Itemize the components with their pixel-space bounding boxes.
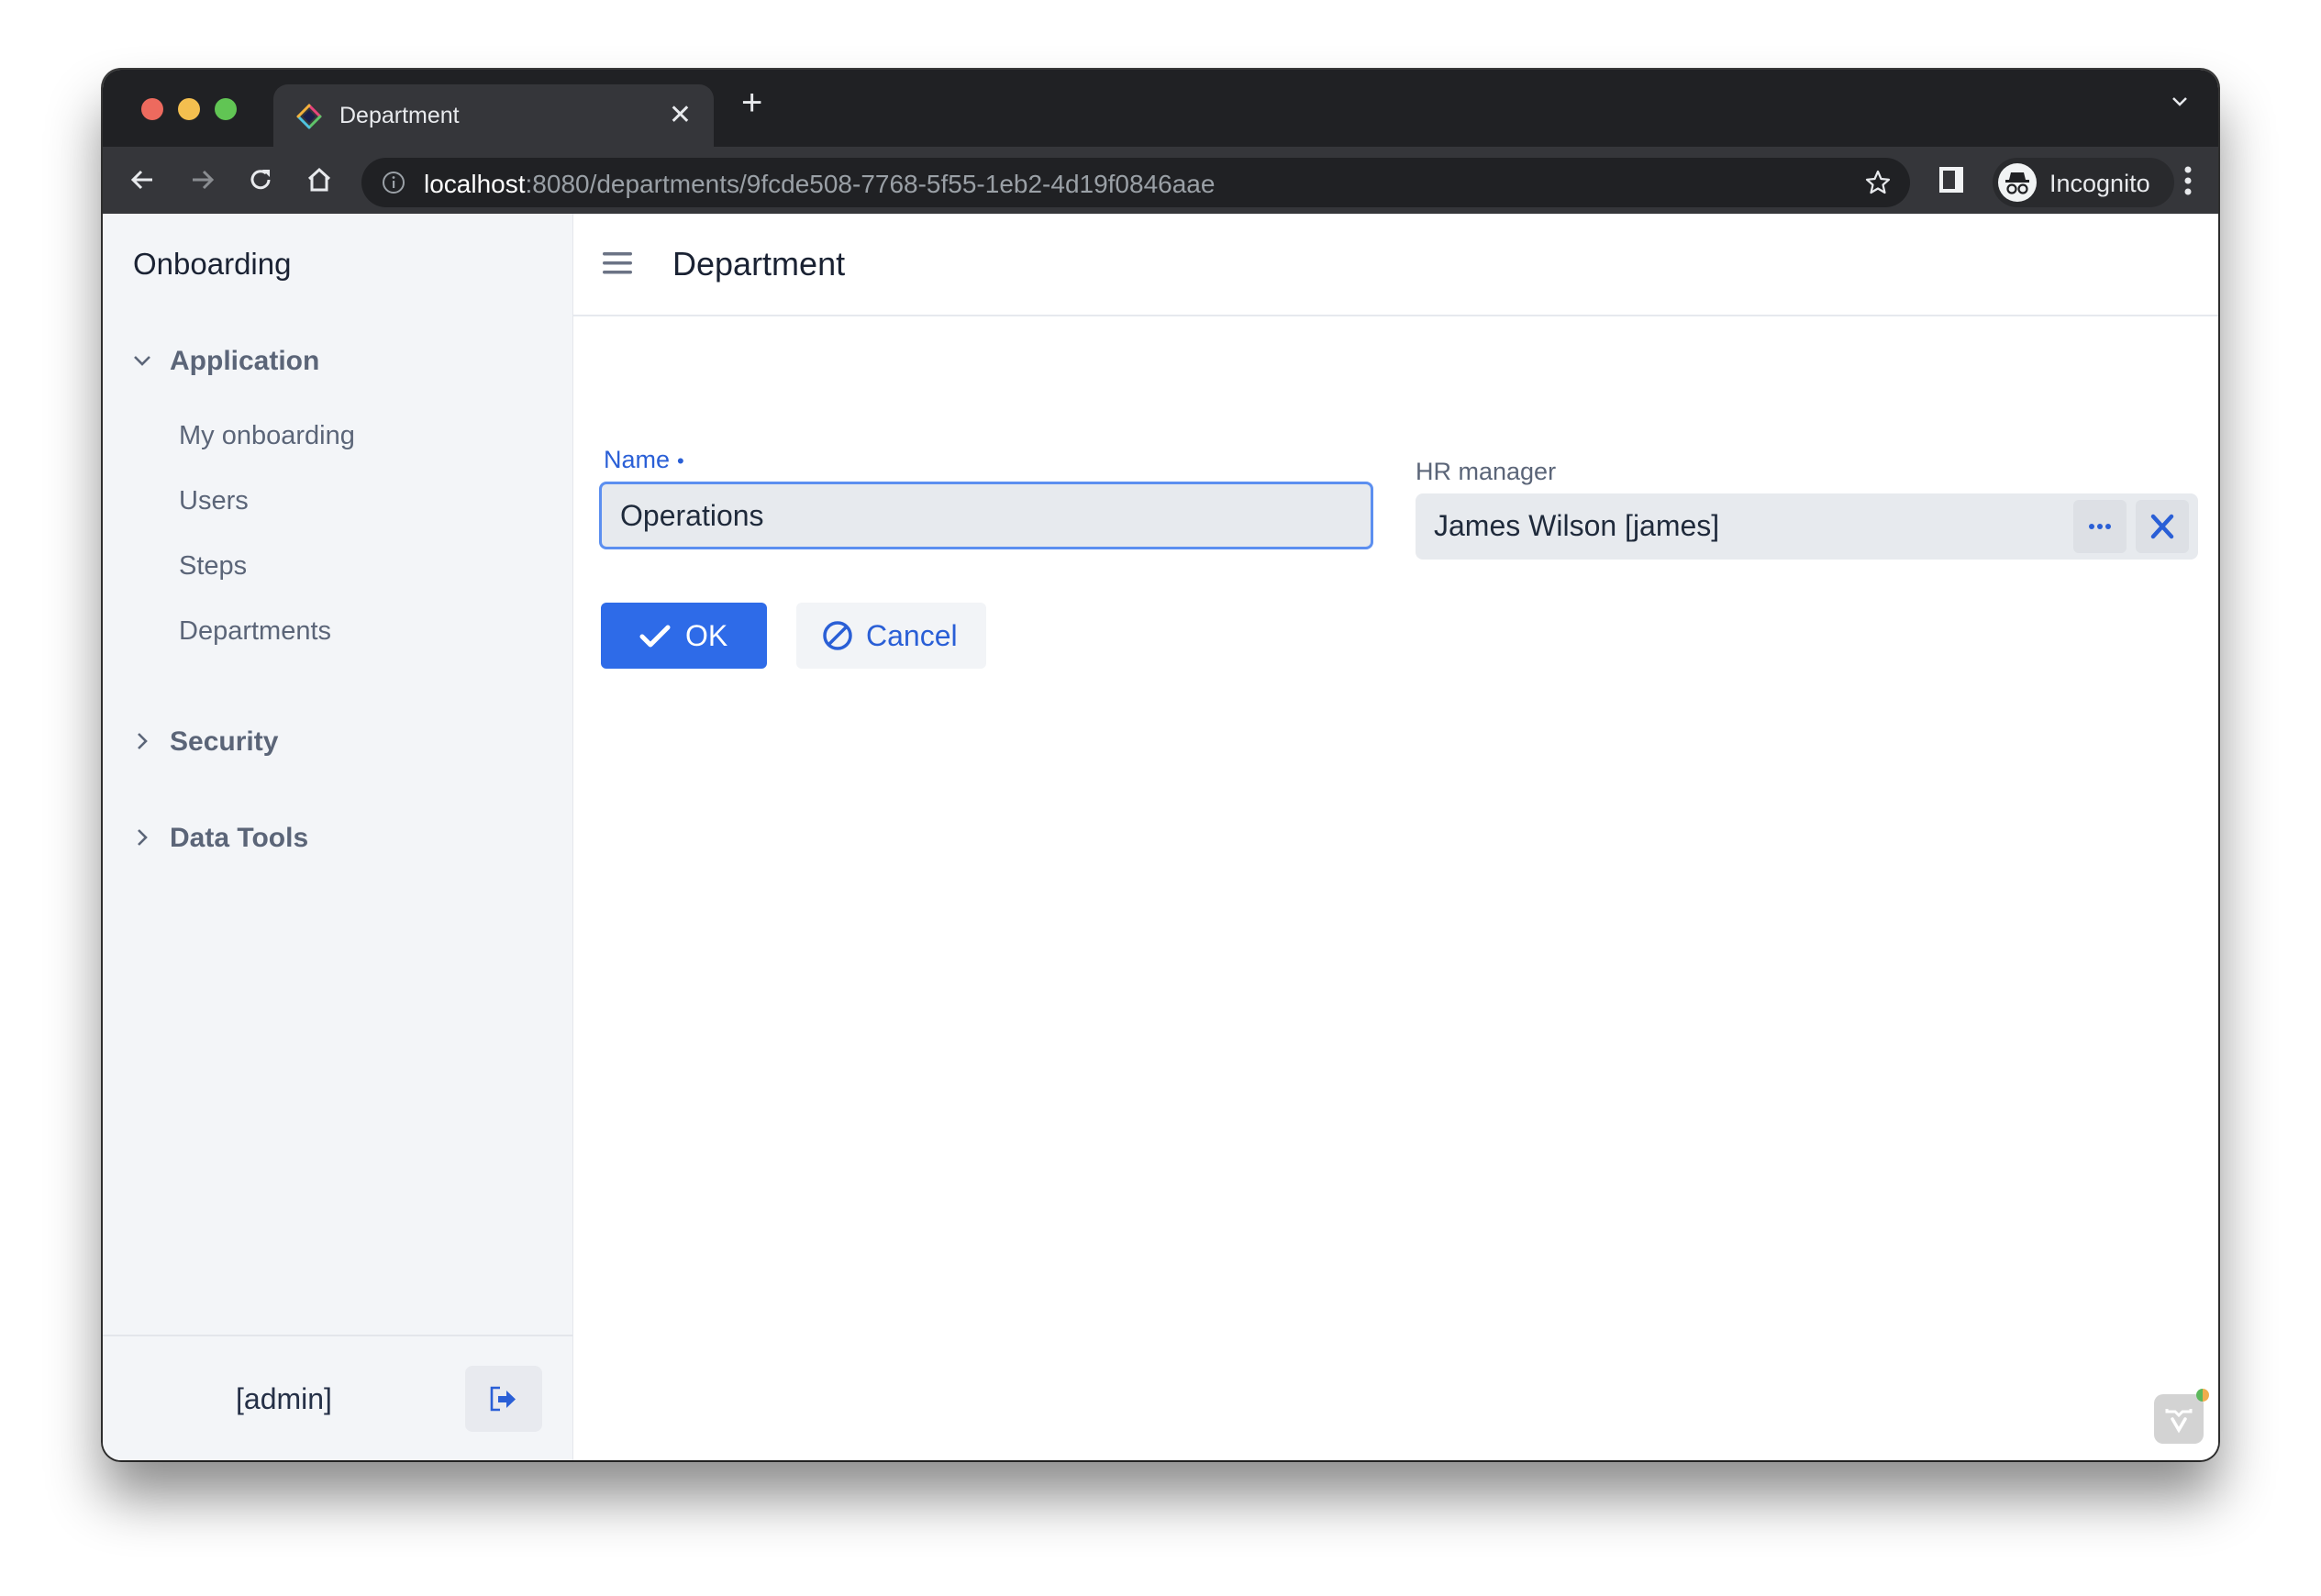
sidebar-item-users[interactable]: Users	[103, 475, 572, 525]
name-input[interactable]	[599, 482, 1373, 549]
hr-manager-picker[interactable]: James Wilson [james]	[1416, 493, 2198, 560]
browser-tab[interactable]: Department ✕	[273, 84, 714, 147]
close-window-button[interactable]	[141, 98, 163, 120]
logout-button[interactable]	[465, 1366, 542, 1432]
hamburger-menu-icon[interactable]	[602, 250, 633, 276]
tab-strip: Department ✕ +	[103, 70, 2218, 147]
arrow-right-icon[interactable]	[185, 163, 218, 196]
app-favicon-icon	[296, 104, 322, 129]
side-panel-icon[interactable]	[1938, 165, 1965, 194]
hr-manager-field-label: HR manager	[1416, 458, 1557, 485]
incognito-icon	[1998, 163, 2037, 202]
sign-out-icon	[490, 1386, 516, 1412]
main-content: Department Name• HR manager James Wilson…	[573, 214, 2218, 1460]
sidebar-item-steps[interactable]: Steps	[103, 540, 572, 590]
incognito-profile-button[interactable]: Incognito	[1993, 158, 2174, 207]
sidebar-item-label: Steps	[179, 551, 248, 581]
page-title: Department	[672, 245, 846, 283]
arrow-left-icon[interactable]	[127, 163, 160, 196]
maximize-window-button[interactable]	[215, 98, 237, 120]
ok-button[interactable]: OK	[601, 603, 767, 669]
url-text: localhost:8080/departments/9fcde508-7768…	[424, 170, 1216, 198]
sidebar-footer: [admin]	[103, 1335, 572, 1460]
minimize-window-button[interactable]	[178, 98, 200, 120]
sidebar-group-security[interactable]: Security	[103, 718, 572, 764]
chevron-right-icon	[138, 733, 148, 749]
cancel-button[interactable]: Cancel	[796, 603, 986, 669]
address-bar[interactable]: localhost:8080/departments/9fcde508-7768…	[361, 158, 1910, 207]
app-brand: Onboarding	[133, 247, 292, 281]
home-icon[interactable]	[303, 163, 336, 196]
incognito-label: Incognito	[2049, 170, 2150, 197]
tab-title: Department	[339, 103, 460, 128]
status-dot	[2196, 1389, 2209, 1402]
checkmark-icon	[639, 625, 671, 648]
browser-window: Department ✕ + localhost:8080/department…	[103, 70, 2218, 1460]
new-tab-icon[interactable]: +	[741, 84, 762, 121]
clear-button[interactable]	[2136, 500, 2189, 553]
ellipsis-icon	[2089, 524, 2111, 529]
sidebar-item-label: Departments	[179, 616, 332, 646]
sidebar-item-label: Users	[179, 486, 249, 515]
app-root: Onboarding Application My onboarding Use…	[103, 214, 2218, 1460]
ok-label: OK	[685, 619, 728, 652]
hr-manager-value: James Wilson [james]	[1434, 509, 1720, 542]
dev-tools-button[interactable]	[2154, 1389, 2209, 1444]
star-icon[interactable]	[1864, 169, 1892, 196]
tab-close-icon[interactable]: ✕	[669, 99, 692, 131]
chevron-right-icon	[138, 829, 148, 846]
sidebar-group-application[interactable]: Application	[103, 338, 572, 383]
chevron-down-icon[interactable]	[2171, 92, 2189, 110]
sidebar-group-label: Security	[170, 726, 279, 757]
required-indicator: •	[677, 449, 684, 472]
sidebar-item-departments[interactable]: Departments	[103, 605, 572, 655]
sidebar-group-data-tools[interactable]: Data Tools	[103, 815, 572, 860]
sidebar-group-label: Application	[170, 346, 320, 376]
sidebar-item-label: My onboarding	[179, 421, 355, 450]
close-icon	[2150, 514, 2174, 539]
browser-toolbar: localhost:8080/departments/9fcde508-7768…	[103, 147, 2218, 214]
current-user: [admin]	[236, 1382, 332, 1415]
sidebar: Onboarding Application My onboarding Use…	[103, 214, 573, 1460]
chevron-down-icon	[134, 356, 150, 366]
reload-icon[interactable]	[244, 163, 277, 196]
kebab-menu-icon[interactable]	[2183, 165, 2193, 196]
lookup-button[interactable]	[2073, 500, 2127, 553]
name-field-label: Name •	[604, 446, 684, 473]
sidebar-group-label: Data Tools	[170, 823, 309, 853]
sidebar-item-my-onboarding[interactable]: My onboarding	[103, 410, 572, 460]
page-header: Department	[573, 214, 2218, 316]
ban-icon	[823, 621, 852, 650]
info-icon[interactable]	[382, 171, 405, 194]
vaadin-logo-icon	[2165, 1409, 2193, 1434]
cancel-label: Cancel	[866, 619, 958, 652]
